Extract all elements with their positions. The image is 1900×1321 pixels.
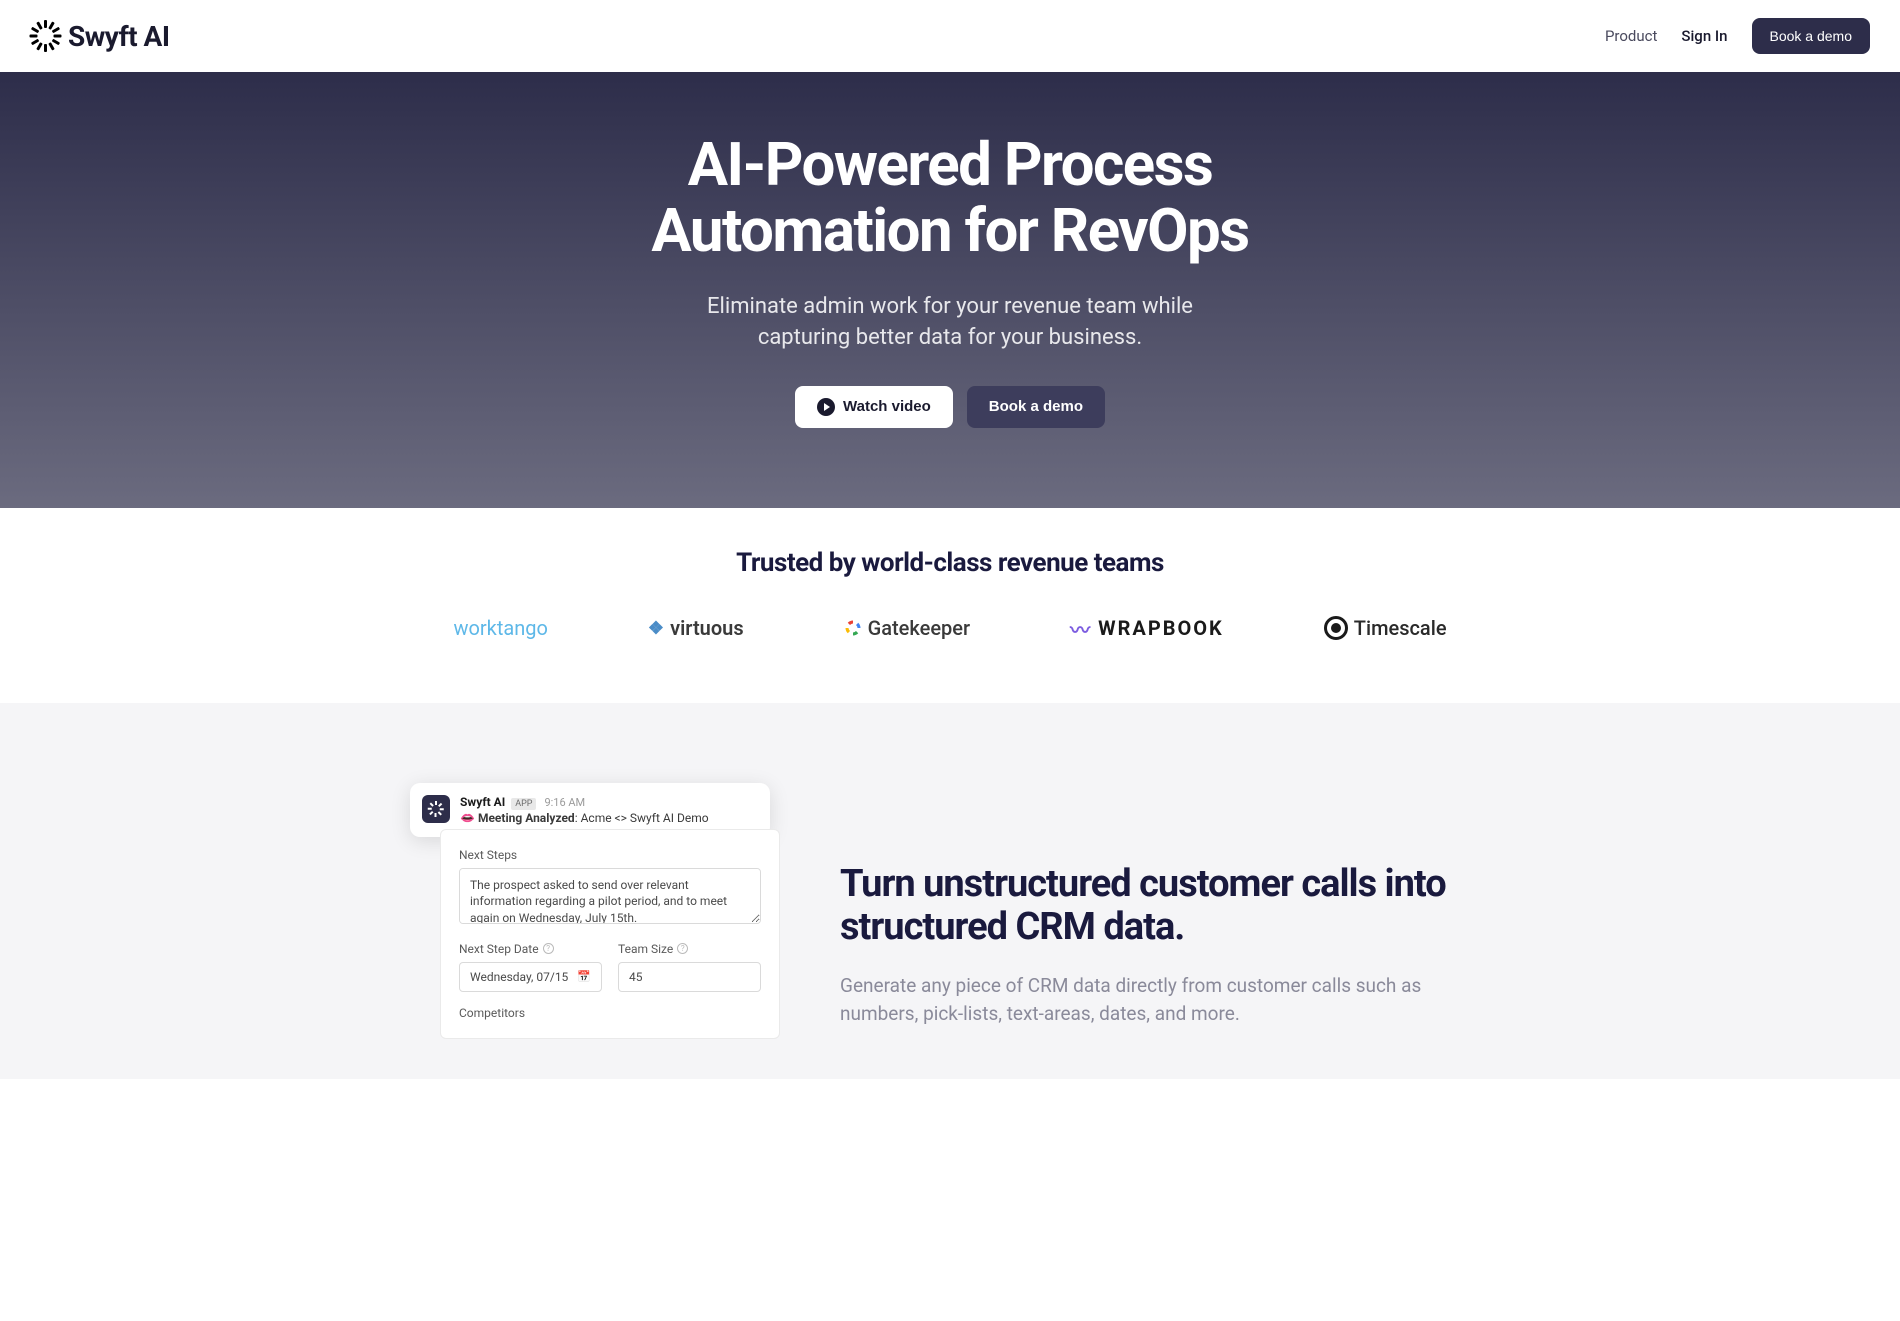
spinner-icon	[30, 20, 62, 52]
date-value: Wednesday, 07/15	[470, 970, 568, 984]
virtuous-text: virtuous	[670, 616, 744, 640]
crm-form-card: Next Steps Next Step Date ? Wednesday, 0…	[440, 829, 780, 1039]
help-icon: ?	[677, 943, 688, 954]
brand-text: Swyft AI	[68, 20, 170, 53]
slack-emoji: 👄	[460, 811, 475, 825]
watch-video-label: Watch video	[843, 398, 931, 415]
nav-book-demo-button[interactable]: Book a demo	[1752, 18, 1871, 54]
feature-heading: Turn unstructured customer calls into st…	[840, 863, 1500, 950]
feature-section: Swyft AI APP 9:16 AM 👄 Meeting Analyzed:…	[0, 703, 1900, 1079]
wrapbook-icon: 〰	[1070, 614, 1092, 643]
virtuous-icon: ❖	[648, 618, 664, 639]
slack-sender: Swyft AI	[460, 795, 505, 809]
nav-product[interactable]: Product	[1605, 27, 1657, 45]
slack-title-bold: Meeting Analyzed	[478, 811, 575, 825]
timescale-icon	[1324, 616, 1348, 640]
watch-video-button[interactable]: Watch video	[795, 386, 953, 428]
slack-avatar	[422, 795, 450, 823]
gatekeeper-icon	[844, 619, 862, 637]
wrapbook-text: WRAPBOOK	[1098, 616, 1224, 640]
logo-worktango: worktango	[453, 616, 547, 640]
feature-illustration: Swyft AI APP 9:16 AM 👄 Meeting Analyzed:…	[400, 783, 780, 1039]
hero-subhead-l1: Eliminate admin work for your revenue te…	[707, 294, 1193, 319]
next-step-date-input[interactable]: Wednesday, 07/15 📅	[459, 962, 602, 992]
competitors-label: Competitors	[459, 1006, 761, 1020]
hero-headline: AI-Powered Process Automation for RevOps	[20, 132, 1880, 264]
help-icon: ?	[543, 943, 554, 954]
hero-book-demo-button[interactable]: Book a demo	[967, 386, 1105, 428]
trusted-heading: Trusted by world-class revenue teams	[20, 548, 1880, 578]
next-steps-label: Next Steps	[459, 848, 761, 862]
play-icon	[817, 398, 835, 416]
logo-wrapbook: 〰 WRAPBOOK	[1070, 614, 1224, 643]
logo-virtuous: ❖ virtuous	[648, 616, 744, 640]
hero-subhead-l2: capturing better data for your business.	[758, 325, 1142, 350]
hero-buttons: Watch video Book a demo	[20, 386, 1880, 428]
next-step-date-label: Next Step Date ?	[459, 942, 602, 956]
logo-timescale: Timescale	[1324, 616, 1447, 640]
gatekeeper-text: Gatekeeper	[868, 616, 970, 640]
hero-subhead: Eliminate admin work for your revenue te…	[20, 292, 1880, 354]
slack-title-rest: : Acme <> Swyft AI Demo	[575, 811, 709, 825]
trusted-section: Trusted by world-class revenue teams wor…	[0, 508, 1900, 703]
slack-app-badge: APP	[511, 798, 536, 810]
calendar-icon: 📅	[577, 970, 591, 983]
hero-section: AI-Powered Process Automation for RevOps…	[0, 72, 1900, 508]
feature-body: Generate any piece of CRM data directly …	[840, 972, 1500, 1029]
slack-timestamp: 9:16 AM	[544, 796, 585, 809]
nav-links: Product Sign In Book a demo	[1605, 18, 1870, 54]
hero-headline-l1: AI-Powered Process	[688, 129, 1213, 200]
hero-headline-l2: Automation for RevOps	[651, 195, 1248, 266]
logo-gatekeeper: Gatekeeper	[844, 616, 970, 640]
team-size-input[interactable]	[618, 962, 761, 992]
slack-message-title: 👄 Meeting Analyzed: Acme <> Swyft AI Dem…	[460, 811, 709, 825]
logo-row: worktango ❖ virtuous Gatekeeper 〰 WRAPBO…	[20, 614, 1880, 643]
brand-logo[interactable]: Swyft AI	[30, 20, 170, 53]
next-steps-textarea[interactable]	[459, 868, 761, 924]
timescale-text: Timescale	[1354, 616, 1447, 640]
top-nav: Swyft AI Product Sign In Book a demo	[0, 0, 1900, 72]
team-size-label: Team Size ?	[618, 942, 761, 956]
nav-signin[interactable]: Sign In	[1681, 27, 1727, 45]
